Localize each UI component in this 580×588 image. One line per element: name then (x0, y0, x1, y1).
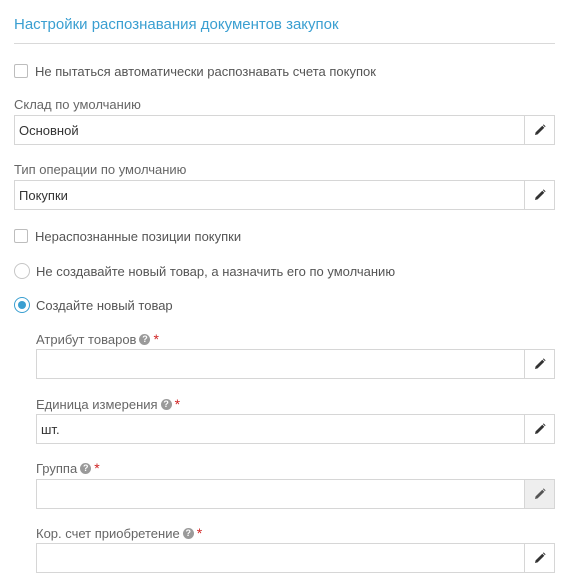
new-item-radio[interactable] (14, 297, 30, 313)
unit-label-row: Единица измерения ? * (36, 396, 180, 412)
radio-option-default-item[interactable]: Не создавайте новый товар, а назначить е… (14, 262, 395, 280)
unit-value[interactable]: шт. (37, 415, 524, 443)
default-item-radio[interactable] (14, 263, 30, 279)
question-circle-icon[interactable]: ? (182, 527, 194, 539)
unrecognized-checkbox[interactable] (14, 229, 28, 243)
group-field[interactable] (36, 479, 555, 509)
default-item-radio-label: Не создавайте новый товар, а назначить е… (36, 263, 396, 279)
new-item-radio-label: Создайте новый товар (36, 297, 173, 313)
question-circle-icon[interactable]: ? (160, 398, 172, 410)
auto-recognize-checkbox[interactable] (14, 64, 28, 78)
question-circle-icon[interactable]: ? (80, 462, 92, 474)
pencil-icon (534, 124, 546, 135)
unrecognized-label: Нераспознанные позиции покупки (35, 228, 242, 244)
attribute-value[interactable] (37, 350, 524, 378)
operation-type-value[interactable]: Покупки (15, 181, 524, 209)
pencil-icon (534, 358, 546, 369)
account-label-row: Кор. счет приобретение ? * (36, 525, 202, 541)
group-edit-button[interactable] (524, 480, 554, 508)
auto-recognize-label: Не пытаться автоматически распознавать с… (35, 63, 376, 79)
account-value[interactable] (37, 544, 524, 572)
section-title: Настройки распознавания документов закуп… (14, 16, 339, 33)
group-value[interactable] (37, 480, 524, 508)
warehouse-label: Склад по умолчанию (14, 97, 141, 112)
group-label-row: Группа ? * (36, 460, 100, 476)
attribute-label-row: Атрибут товаров ? * (36, 331, 159, 347)
radio-option-new-item[interactable]: Создайте новый товар (14, 296, 173, 314)
warehouse-value[interactable]: Основной (15, 116, 524, 144)
pencil-icon (534, 189, 546, 200)
required-marker: * (174, 396, 181, 412)
warehouse-edit-button[interactable] (524, 116, 554, 144)
attribute-label: Атрибут товаров (36, 331, 137, 347)
required-marker: * (94, 460, 100, 476)
required-marker: * (153, 331, 159, 347)
operation-type-label: Тип операции по умолчанию (14, 162, 187, 177)
operation-type-edit-button[interactable] (524, 181, 554, 209)
required-marker: * (196, 525, 203, 541)
attribute-field[interactable] (36, 349, 555, 379)
warehouse-field[interactable]: Основной (14, 115, 555, 145)
attribute-edit-button[interactable] (524, 350, 554, 378)
account-label: Кор. счет приобретение (36, 525, 180, 541)
section-divider (14, 43, 555, 44)
pencil-icon (534, 423, 546, 434)
account-field[interactable] (36, 543, 555, 573)
unit-field[interactable]: шт. (36, 414, 555, 444)
pencil-icon (534, 552, 546, 563)
unit-edit-button[interactable] (524, 415, 554, 443)
group-label: Группа (36, 460, 78, 476)
pencil-icon (534, 488, 546, 499)
operation-type-field[interactable]: Покупки (14, 180, 555, 210)
unrecognized-option[interactable]: Нераспознанные позиции покупки (14, 227, 241, 245)
question-circle-icon[interactable]: ? (139, 333, 151, 345)
auto-recognize-option[interactable]: Не пытаться автоматически распознавать с… (14, 62, 376, 80)
account-edit-button[interactable] (524, 544, 554, 572)
unit-label: Единица измерения (36, 396, 158, 412)
